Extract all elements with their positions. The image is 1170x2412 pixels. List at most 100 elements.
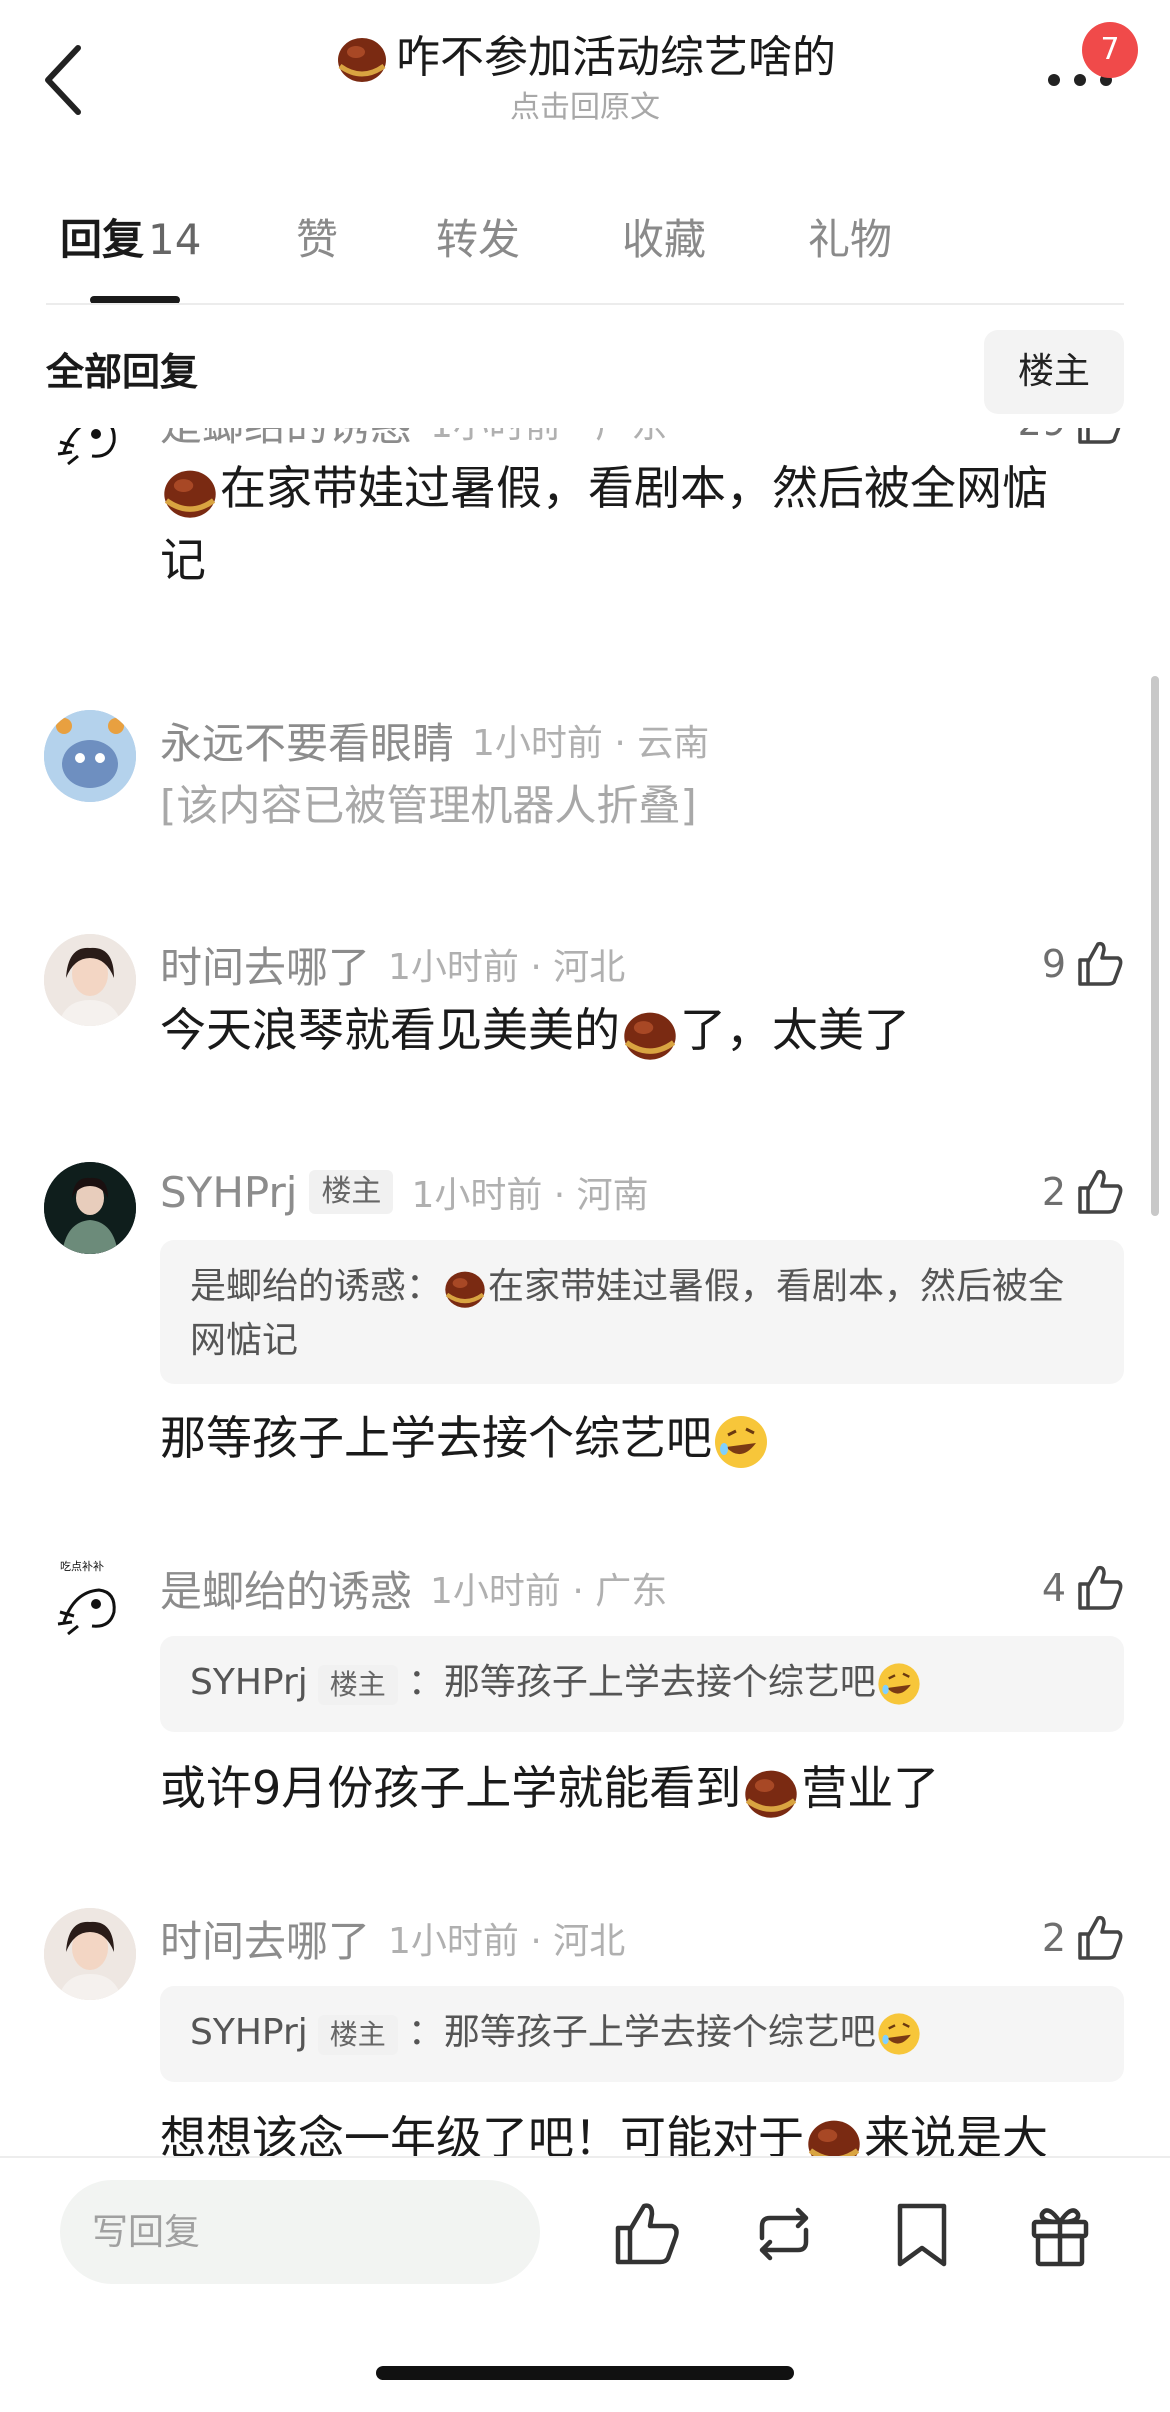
username[interactable]: 是蝍绐的诱惑: [160, 428, 412, 453]
avatar-portrait: [44, 1908, 136, 2000]
timestamp: 1小时前 · 云南: [472, 723, 710, 764]
comment-meta: SYHPrj 楼主 1小时前 · 河南: [160, 1162, 649, 1222]
chestnut-emoji-icon: [338, 38, 386, 82]
comment-meta: 时间去哪了 1小时前 · 河北: [160, 1908, 625, 1968]
avatar[interactable]: [44, 1162, 136, 1254]
repost-icon[interactable]: [748, 2198, 820, 2270]
username[interactable]: 时间去哪了: [160, 934, 370, 995]
like-count: 2: [1041, 1916, 1066, 1960]
avatar[interactable]: 吃点补补: [44, 1558, 136, 1650]
tab-favorites[interactable]: 收藏: [622, 210, 706, 270]
like-button[interactable]: 9: [1042, 934, 1126, 994]
like-button[interactable]: 2: [1042, 1162, 1126, 1222]
thumbs-up-icon: [1078, 941, 1123, 986]
comment-text: 在家带娃过暑假，看剧本，然后被全网惦 记: [160, 452, 1120, 596]
tab-bar: 回复14 赞 转发 收藏 礼物: [0, 200, 1170, 304]
owner-badge: 楼主: [309, 1170, 394, 1214]
chestnut-emoji-icon: [164, 470, 216, 518]
quoted-username: 是蝍绐的诱惑：: [190, 1266, 443, 1307]
page-title: 咋不参加活动综艺啥的: [334, 28, 836, 88]
comment-text-part: 营业了: [801, 1761, 940, 1815]
owner-only-button[interactable]: 楼主: [984, 330, 1124, 414]
comment-text: 今天浪琴就看见美美的 了，太美了: [160, 994, 1120, 1066]
timestamp: 1小时前 · 河南: [411, 1175, 649, 1216]
comment-meta: 时间去哪了 1小时前 · 河北: [160, 934, 625, 994]
avatar-cartoon: [57, 428, 116, 466]
username[interactable]: SYHPrj: [160, 1168, 297, 1217]
avatar-cartoon: [44, 710, 136, 802]
comment-meta: 是蝍绐的诱惑 1小时前 · 广东: [160, 1558, 667, 1618]
like-count: 29: [1018, 428, 1066, 444]
thumbs-up-icon: [1078, 1915, 1123, 1960]
avatar[interactable]: [44, 934, 136, 1026]
thumbs-up-icon: [1078, 1565, 1123, 1610]
timestamp: 1小时前 · 广东: [430, 428, 667, 448]
thumbs-up-icon[interactable]: [610, 2198, 682, 2270]
back-to-original-link[interactable]: 点击回原文: [200, 88, 970, 128]
title-area[interactable]: 咋不参加活动综艺啥的 点击回原文: [200, 28, 970, 128]
thumbs-up-icon: [1078, 1169, 1123, 1214]
bookmark-icon[interactable]: [886, 2198, 958, 2270]
username[interactable]: 是蝍绐的诱惑: [160, 1558, 412, 1619]
comment-text-part: 来说是大: [864, 2111, 1048, 2156]
tab-count: 14: [148, 215, 202, 264]
tab-reposts[interactable]: 转发: [436, 210, 520, 270]
chestnut-emoji-icon: [745, 1770, 797, 1818]
quoted-comment[interactable]: 是蝍绐的诱惑： 在家带娃过暑假，看剧本，然后被全网惦记: [160, 1240, 1124, 1384]
owner-badge: 楼主: [317, 2015, 398, 2055]
tab-gifts[interactable]: 礼物: [808, 210, 892, 270]
timestamp: 1小时前 · 广东: [430, 1571, 668, 1612]
gift-icon[interactable]: [1024, 2198, 1096, 2270]
comment-text-part: 了，太美了: [680, 1003, 910, 1057]
more-dots-icon: [1048, 74, 1060, 86]
comment-text-part: 想想该念一年级了吧！可能对于: [160, 2111, 804, 2156]
scrollbar[interactable]: [1151, 676, 1159, 1216]
tab-replies[interactable]: 回复14: [60, 210, 201, 270]
avatar-portrait: [44, 934, 136, 1026]
like-button[interactable]: 4: [1042, 1558, 1126, 1618]
avatar[interactable]: [44, 1908, 136, 2000]
tab-likes[interactable]: 赞: [296, 210, 338, 270]
reply-input[interactable]: [60, 2180, 540, 2284]
svg-text:吃点补补: 吃点补补: [60, 1560, 104, 1573]
like-button[interactable]: 29: [1018, 428, 1126, 452]
home-indicator: [376, 2366, 794, 2380]
header: 咋不参加活动综艺啥的 点击回原文 7: [0, 0, 1170, 150]
comment-text-part: 在家带娃过暑假，看剧本，然后被全网惦: [220, 461, 1048, 515]
quoted-comment[interactable]: SYHPrj 楼主 ：那等孩子上学去接个综艺吧: [160, 1986, 1124, 2082]
chevron-left-icon: [45, 45, 81, 115]
notification-badge: 7: [1082, 22, 1138, 78]
rofl-emoji-icon: [715, 1415, 767, 1468]
avatar[interactable]: [44, 428, 136, 484]
folded-comment-text: [该内容已被管理机器人折叠]: [160, 781, 697, 830]
comment-text: 或许9月份孩子上学就能看到 营业了: [160, 1752, 1120, 1824]
quoted-comment[interactable]: SYHPrj 楼主 ：那等孩子上学去接个综艺吧: [160, 1636, 1124, 1732]
like-count: 4: [1041, 1566, 1066, 1610]
avatar-portrait: [44, 1162, 136, 1254]
username[interactable]: 永远不要看眼睛: [160, 710, 454, 771]
comment-text: 想想该念一年级了吧！可能对于 来说是大: [160, 2102, 1120, 2156]
owner-badge: 楼主: [317, 1665, 398, 1705]
like-count: 9: [1041, 942, 1066, 986]
thumbs-up-icon: [1078, 428, 1121, 444]
tab-label: 回复: [60, 215, 145, 264]
rofl-emoji-icon: [878, 1663, 920, 1705]
comment-list[interactable]: 是蝍绐的诱惑 1小时前 · 广东 29 在家带娃过暑假，看剧本，然后被全网惦 记: [0, 428, 1170, 2156]
chestnut-emoji-icon: [624, 1012, 676, 1060]
back-button[interactable]: [40, 40, 90, 120]
like-count: 2: [1041, 1170, 1066, 1214]
avatar-cartoon: 吃点补补: [57, 1560, 116, 1636]
username[interactable]: 时间去哪了: [160, 1908, 370, 1969]
comment-text-part: 记: [160, 533, 206, 587]
more-dot: [1074, 74, 1086, 86]
comment-meta: 是蝍绐的诱惑 1小时前 · 广东: [160, 428, 667, 452]
all-replies-label: 全部回复: [46, 350, 199, 394]
chestnut-emoji-icon: [808, 2120, 860, 2156]
like-button[interactable]: 2: [1042, 1908, 1126, 1968]
rofl-emoji-icon: [878, 2013, 920, 2055]
timestamp: 1小时前 · 河北: [388, 1921, 626, 1962]
page-title-text: 咋不参加活动综艺啥的: [396, 32, 836, 83]
avatar[interactable]: [44, 710, 136, 802]
comment-meta: 永远不要看眼睛 1小时前 · 云南: [160, 710, 709, 770]
bottom-action-bar: [0, 2156, 1170, 2412]
